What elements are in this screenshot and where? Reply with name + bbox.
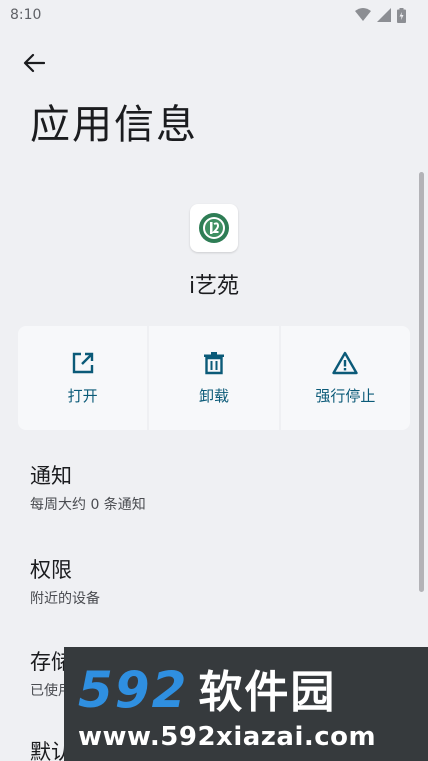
cell-signal-icon [377, 8, 391, 22]
battery-icon [397, 7, 406, 23]
arrow-back-icon [23, 53, 45, 73]
watermark-url: www.592xiazai.com [78, 722, 377, 752]
pref-title: 权限 [30, 558, 72, 582]
status-icons [355, 7, 406, 23]
pref-notifications[interactable]: 通知 每周大约 0 条通知 [30, 460, 410, 514]
open-button[interactable]: 打开 [18, 326, 148, 430]
pref-title: 通知 [30, 464, 72, 488]
watermark: 592 软件园 www.592xiazai.com [64, 647, 428, 761]
pref-permissions[interactable]: 权限 附近的设备 [30, 554, 410, 608]
action-bar: 打开 卸载 强行停止 [18, 326, 410, 430]
pref-summary: 附近的设备 [30, 591, 100, 607]
uninstall-button[interactable]: 卸载 [149, 326, 279, 430]
status-bar: 8:10 [0, 0, 428, 30]
watermark-number: 592 [78, 661, 189, 719]
scrollbar[interactable] [419, 172, 424, 592]
force-stop-button[interactable]: 强行停止 [280, 326, 410, 430]
app-logo-icon [199, 213, 229, 243]
back-button[interactable] [18, 48, 50, 78]
watermark-brand-text: 软件园 [198, 667, 337, 718]
open-external-icon [72, 352, 93, 373]
watermark-brand: 592 软件园 [78, 656, 428, 720]
page-title: 应用信息 [30, 102, 198, 148]
trash-icon [203, 351, 224, 374]
wifi-icon [355, 8, 371, 21]
pref-summary: 每周大约 0 条通知 [30, 497, 146, 513]
open-button-label: 打开 [67, 386, 98, 405]
force-stop-button-label: 强行停止 [315, 386, 376, 405]
warning-icon [332, 351, 359, 374]
app-name: i艺苑 [188, 274, 240, 299]
app-icon [190, 204, 238, 252]
uninstall-button-label: 卸载 [198, 386, 229, 405]
status-time: 8:10 [10, 7, 42, 23]
